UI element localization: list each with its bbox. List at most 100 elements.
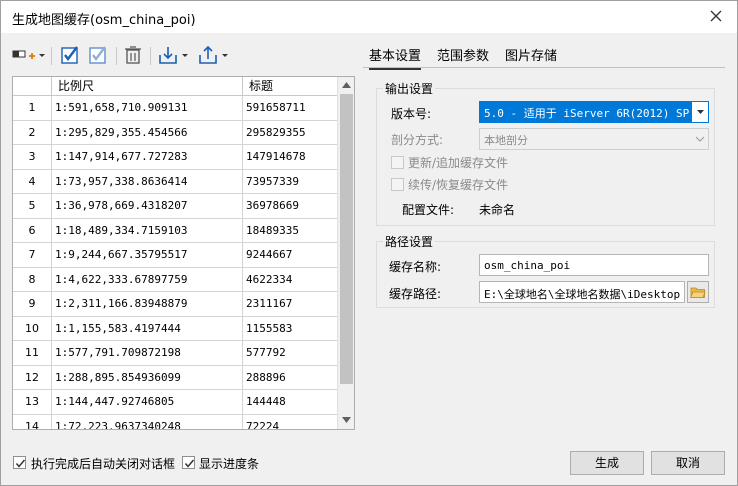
chevron-down-icon[interactable]	[692, 129, 708, 149]
caption-cell[interactable]: 18489335	[243, 218, 338, 243]
column-header-caption[interactable]: 标题	[243, 77, 338, 96]
table-row[interactable]: 14 1:72,223.9637340248 72224	[13, 414, 338, 429]
window-title: 生成地图缓存(osm_china_poi)	[12, 13, 196, 28]
row-index: 10	[13, 316, 52, 341]
scale-cell[interactable]: 1:73,957,338.8636414	[52, 169, 243, 194]
caption-cell[interactable]: 1155583	[243, 316, 338, 341]
table-row[interactable]: 11 1:577,791.709872198 577792	[13, 341, 338, 366]
scale-cell[interactable]: 1:577,791.709872198	[52, 341, 243, 365]
caption-cell[interactable]: 9244667	[243, 243, 338, 267]
row-index: 4	[13, 169, 52, 194]
table-row[interactable]: 8 1:4,622,333.67897759 4622334	[13, 267, 338, 292]
caption-cell[interactable]: 577792	[243, 341, 338, 365]
caption-cell[interactable]: 288896	[243, 365, 338, 390]
scale-cell[interactable]: 1:591,658,710.909131	[52, 96, 243, 120]
tab-range-params[interactable]: 范围参数	[437, 45, 489, 64]
vertical-scrollbar[interactable]	[337, 77, 354, 429]
scale-cell[interactable]: 1:36,978,669.4318207	[52, 194, 243, 218]
auto-close-label: 执行完成后自动关闭对话框	[31, 457, 176, 471]
row-index: 3	[13, 145, 52, 169]
folder-icon	[690, 285, 706, 299]
table-row[interactable]: 2 1:295,829,355.454566 295829355	[13, 120, 338, 145]
update-cache-checkbox[interactable]	[391, 156, 404, 169]
table-row[interactable]: 9 1:2,311,166.83948879 2311167	[13, 292, 338, 317]
table-row[interactable]: 10 1:1,155,583.4197444 1155583	[13, 316, 338, 341]
settings-tabs: 基本设置 范围参数 图片存储	[363, 41, 725, 70]
add-scale-button[interactable]	[11, 43, 45, 67]
table-row[interactable]: 1 1:591,658,710.909131 591658711	[13, 96, 338, 121]
caption-cell[interactable]: 36978669	[243, 194, 338, 218]
scale-cell[interactable]: 1:18,489,334.7159103	[52, 218, 243, 243]
scale-cell[interactable]: 1:9,244,667.35795517	[52, 243, 243, 267]
caption-cell[interactable]: 72224	[243, 414, 338, 429]
scale-cell[interactable]: 1:2,311,166.83948879	[52, 292, 243, 316]
title-bar: 生成地图缓存(osm_china_poi)	[1, 1, 737, 33]
row-index: 6	[13, 218, 52, 243]
caption-cell[interactable]: 4622334	[243, 267, 338, 292]
table-row[interactable]: 13 1:144,447.92746805 144448	[13, 390, 338, 415]
dialog-window: 生成地图缓存(osm_china_poi) 比例尺 标题 1 1:591,658…	[0, 0, 738, 486]
check-all-icon	[60, 45, 80, 65]
split-mode-label: 剖分方式:	[391, 133, 444, 147]
path-settings-label: 路径设置	[383, 233, 436, 250]
table-row[interactable]: 6 1:18,489,334.7159103 18489335	[13, 218, 338, 243]
close-icon[interactable]	[707, 7, 725, 25]
update-cache-label: 更新/追加缓存文件	[408, 156, 509, 170]
scale-cell[interactable]: 1:72,223.9637340248	[52, 414, 243, 429]
scale-cell[interactable]: 1:1,155,583.4197444	[52, 316, 243, 341]
add-scale-icon	[11, 46, 45, 64]
import-button[interactable]	[157, 43, 191, 67]
cache-path-input[interactable]: E:\全球地名\全球地名数据\iDesktop	[479, 281, 685, 303]
caption-cell[interactable]: 144448	[243, 390, 338, 414]
scale-cell[interactable]: 1:4,622,333.67897759	[52, 267, 243, 292]
chevron-down-icon[interactable]	[692, 102, 708, 122]
table-row[interactable]: 5 1:36,978,669.4318207 36978669	[13, 194, 338, 219]
cache-name-input[interactable]: osm_china_poi	[479, 254, 709, 276]
table-row[interactable]: 3 1:147,914,677.727283 147914678	[13, 145, 338, 170]
caption-cell[interactable]: 295829355	[243, 120, 338, 145]
browse-folder-button[interactable]	[687, 281, 709, 303]
table-row[interactable]: 7 1:9,244,667.35795517 9244667	[13, 243, 338, 268]
scrollbar-thumb[interactable]	[340, 94, 353, 384]
caption-cell[interactable]: 591658711	[243, 96, 338, 120]
export-button[interactable]	[197, 43, 231, 67]
tab-image-storage[interactable]: 图片存储	[505, 45, 557, 64]
show-progress-label: 显示进度条	[199, 457, 260, 471]
path-settings-group: 路径设置 缓存名称: osm_china_poi 缓存路径: E:\全球地名\全…	[376, 233, 715, 308]
uncheck-all-button[interactable]	[87, 43, 109, 67]
row-index: 12	[13, 365, 52, 390]
toolbar	[9, 43, 349, 69]
scale-table[interactable]: 比例尺 标题 1 1:591,658,710.909131 591658711 2 1:…	[12, 76, 355, 430]
scale-cell[interactable]: 1:144,447.92746805	[52, 390, 243, 414]
auto-close-checkbox[interactable]	[13, 456, 26, 469]
table-header: 比例尺 标题	[13, 77, 338, 96]
generate-button[interactable]: 生成	[570, 451, 644, 475]
row-index: 9	[13, 292, 52, 316]
column-header-scale[interactable]: 比例尺	[52, 77, 243, 96]
split-mode-select[interactable]: 本地剖分	[479, 128, 709, 150]
version-label: 版本号:	[391, 107, 432, 121]
show-progress-checkbox[interactable]	[182, 456, 195, 469]
scale-cell[interactable]: 1:147,914,677.727283	[52, 145, 243, 169]
scale-cell[interactable]: 1:295,829,355.454566	[52, 120, 243, 145]
scale-cell[interactable]: 1:288,895.854936099	[52, 365, 243, 390]
check-all-button[interactable]	[59, 43, 81, 67]
export-icon	[197, 45, 231, 65]
config-file-value: 未命名	[479, 203, 516, 217]
delete-button[interactable]	[122, 43, 144, 67]
split-mode-value: 本地剖分	[484, 134, 528, 147]
caption-cell[interactable]: 147914678	[243, 145, 338, 169]
delete-icon	[123, 45, 143, 65]
scroll-down-icon[interactable]	[338, 412, 354, 428]
table-row[interactable]: 4 1:73,957,338.8636414 73957339	[13, 169, 338, 194]
cancel-button[interactable]: 取消	[651, 451, 725, 475]
cache-path-label: 缓存路径:	[389, 287, 442, 301]
scroll-up-icon[interactable]	[338, 77, 354, 93]
caption-cell[interactable]: 2311167	[243, 292, 338, 316]
caption-cell[interactable]: 73957339	[243, 169, 338, 194]
version-select[interactable]: 5.0 - 适用于 iServer 6R(2012) SP1	[479, 101, 709, 123]
tab-basic-settings[interactable]: 基本设置	[369, 45, 422, 70]
table-row[interactable]: 12 1:288,895.854936099 288896	[13, 365, 338, 390]
row-index: 2	[13, 120, 52, 145]
resume-cache-checkbox[interactable]	[391, 178, 404, 191]
